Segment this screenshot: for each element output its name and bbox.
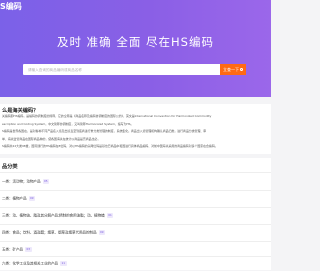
divider bbox=[0, 207, 271, 208]
category-item-text: 六类：化学工业及其相关工业的产品 11 bbox=[2, 261, 67, 266]
divider bbox=[0, 190, 271, 191]
category-count-badge: 11 bbox=[60, 261, 67, 266]
category-item[interactable]: 三类：动、植物油、脂及其分解产品;精制的食用油脂；动、植物蜡 01 bbox=[0, 213, 271, 223]
divider bbox=[0, 224, 271, 225]
category-count-badge: 03 bbox=[25, 247, 32, 252]
about-title: 么是海关编码？ bbox=[2, 108, 39, 114]
category-title: 品分类 bbox=[2, 164, 18, 170]
about-section: 么是海关编码？ 关编码即HS编码，是编码协调制度的简称，它的全称是《商品名称及编… bbox=[0, 104, 271, 154]
category-item[interactable]: 一类：活动物；动物产品 05 bbox=[0, 179, 271, 189]
about-paragraph: escription and Coding System，中文简称协调制度，又叫… bbox=[2, 122, 134, 126]
magnifier-icon bbox=[239, 67, 243, 72]
about-paragraph: 单、海关监管商品在国际商品种的，使各国海关在统计以商品是否商品也必， bbox=[2, 137, 101, 141]
search-button-label: 立查一下 bbox=[223, 66, 239, 72]
category-item-label: 六类：化学工业及其相关工业的产品 bbox=[2, 261, 58, 266]
category-item-label: 五类：矿产品 bbox=[2, 247, 23, 252]
category-item-label: 一类：活动物；动物产品 bbox=[2, 179, 41, 184]
divider bbox=[0, 256, 271, 257]
search-input[interactable] bbox=[23, 64, 220, 75]
category-item[interactable]: 四类：食品；饮料、酒及醋；烟草、烟草及烟草代用品的制品 09 bbox=[0, 230, 271, 240]
category-item-text: 二类：植物产品 09 bbox=[2, 196, 36, 201]
category-count-badge: 05 bbox=[42, 179, 50, 184]
category-item-text: 四类：食品；饮料、酒及醋；烟草、烟草及烟草代用品的制品 09 bbox=[2, 230, 106, 235]
category-section: 品分类 一类：活动物；动物产品 05 二类：植物产品 09 三类：动、植物油、脂及其… bbox=[0, 158, 271, 270]
hero-slogan: 及时 准确 全面 尽在HS编码 bbox=[57, 35, 214, 49]
category-item[interactable]: 二类：植物产品 09 bbox=[0, 196, 271, 206]
site-logo[interactable]: S编码 bbox=[0, 1, 22, 12]
category-item-label: 三类：动、植物油、脂及其分解产品;精制的食用油脂；动、植物蜡 bbox=[2, 213, 105, 218]
about-paragraph: S编码共22大类98章，国际通行的HS编码在8位码，对以HS编码的头两位码是基也… bbox=[2, 144, 218, 148]
category-count-badge: 09 bbox=[98, 230, 106, 235]
search-button[interactable]: 立查一下 bbox=[220, 64, 246, 75]
about-paragraph: S编码是世界各国在，是对各种不同产品名入境及出境直至到底商进行重分类管理的制度，… bbox=[2, 129, 207, 133]
divider bbox=[0, 241, 271, 242]
divider bbox=[0, 172, 271, 173]
category-item-text: 五类：矿产品 03 bbox=[2, 247, 32, 252]
category-item-label: 二类：植物产品 bbox=[2, 196, 27, 201]
category-count-badge: 01 bbox=[106, 213, 114, 218]
hero-banner: S编码 及时 准确 全面 尽在HS编码 立查一下 bbox=[0, 0, 271, 97]
category-item-label: 四类：食品；饮料、酒及醋；烟草、烟草及烟草代用品的制品 bbox=[2, 230, 97, 235]
category-item-text: 三类：动、植物油、脂及其分解产品;精制的食用油脂；动、植物蜡 01 bbox=[2, 213, 114, 218]
about-paragraph: 关编码即HS编码，是编码协调制度的简称，它的全称是《商品名称及编码协调制度的国际… bbox=[2, 114, 212, 118]
category-item-text: 一类：活动物；动物产品 05 bbox=[2, 179, 50, 184]
category-count-badge: 09 bbox=[28, 196, 36, 201]
